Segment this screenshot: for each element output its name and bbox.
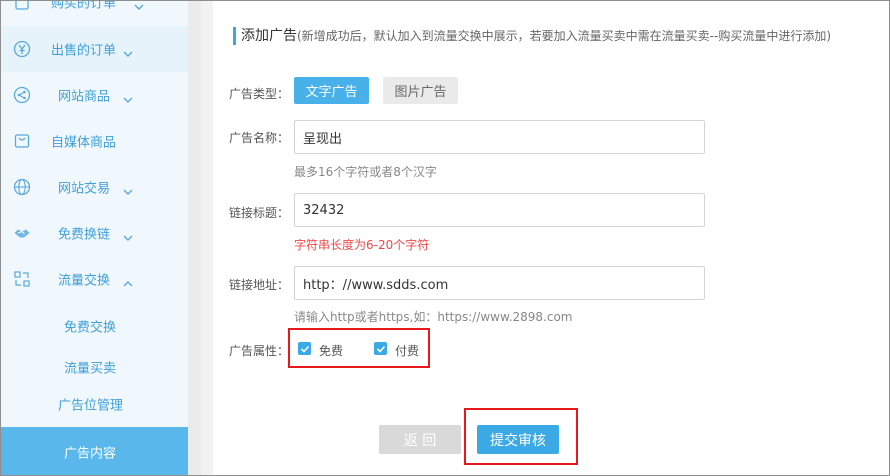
sidebar-item-purchased-orders[interactable]: 购买的订单: [1, 0, 188, 25]
sidebar-item-label: 免费换链: [58, 227, 111, 243]
page-title: 添加广告(新增成功后，默认加入到流量交换中展示，若要加入流量买卖中需在流量买卖-…: [241, 25, 831, 45]
sidebar-item-label: 购买的订单: [51, 0, 117, 12]
yen-icon: [13, 40, 31, 58]
sidebar-subitem-label: 免费交换: [64, 320, 117, 336]
sidebar-item-label: 出售的订单: [51, 43, 117, 59]
link-url-hint: 请输入http或者https,如：https://www.2898.com: [294, 310, 573, 324]
page-title-text: 添加广告: [241, 28, 297, 44]
sidebar-item-label: 网站商品: [58, 89, 111, 105]
sidebar-item-traffic-exchange[interactable]: 流量交换: [1, 256, 188, 302]
link-url-label: 链接地址：: [229, 278, 290, 292]
page-subtitle: (新增成功后，默认加入到流量交换中展示，若要加入流量买卖中需在流量买卖--购买流…: [297, 29, 832, 43]
check-icon: [376, 345, 385, 353]
sidebar-subitem-traffic-trade[interactable]: 流量买卖: [1, 348, 188, 386]
sidebar-subitem-ad-slot-management[interactable]: 广告位管理: [1, 385, 188, 423]
ad-attr-label: 广告属性：: [229, 344, 290, 358]
sidebar-item-free-link-exchange[interactable]: 免费换链: [1, 210, 188, 256]
ad-type-label: 广告类型：: [229, 87, 290, 101]
ad-name-hint: 最多16个字符或者8个汉字: [294, 165, 437, 179]
chevron-down-icon: [123, 228, 133, 241]
app-window: 购买的订单 出售的订单 网站商品 自媒体商品 网站交易 免费换链 流量交换 免费…: [0, 0, 890, 476]
text-ad-button[interactable]: 文字广告: [294, 77, 369, 104]
sidebar-subitem-ad-content[interactable]: 广告内容: [1, 427, 188, 475]
submit-review-button[interactable]: 提交审核: [477, 425, 559, 454]
globe-icon: [13, 178, 31, 196]
share-icon: [13, 86, 31, 104]
link-url-input[interactable]: [294, 266, 705, 300]
handshake-icon: [13, 224, 31, 242]
bag-icon: [13, 132, 31, 150]
sidebar-subitem-label: 流量买卖: [64, 361, 117, 377]
paid-checkbox[interactable]: [374, 342, 387, 355]
back-button[interactable]: 返 回: [379, 425, 461, 454]
sidebar-item-label: 网站交易: [58, 181, 111, 197]
free-checkbox[interactable]: [298, 342, 311, 355]
ad-name-input[interactable]: [294, 120, 705, 154]
free-checkbox-label: 免费: [319, 344, 344, 358]
chevron-down-icon: [123, 44, 133, 57]
sidebar-item-label: 流量交换: [58, 273, 111, 289]
paid-checkbox-label: 付费: [395, 344, 420, 358]
sidebar: 购买的订单 出售的订单 网站商品 自媒体商品 网站交易 免费换链 流量交换 免费…: [1, 0, 188, 475]
sidebar-subitem-free-exchange[interactable]: 免费交换: [1, 307, 188, 345]
sidebar-item-site-products[interactable]: 网站商品: [1, 72, 188, 118]
check-icon: [300, 345, 309, 353]
image-ad-button[interactable]: 图片广告: [383, 77, 458, 104]
chevron-down-icon: [134, 1, 144, 10]
orders-icon: [13, 1, 31, 11]
link-title-error: 字符串长度为6-20个字符: [294, 238, 430, 252]
exchange-icon: [13, 270, 31, 288]
sidebar-item-sold-orders[interactable]: 出售的订单: [1, 26, 188, 72]
chevron-up-icon: [123, 274, 133, 287]
sidebar-item-media-products[interactable]: 自媒体商品: [1, 118, 188, 164]
sidebar-item-site-trade[interactable]: 网站交易: [1, 164, 188, 210]
ad-name-label: 广告名称：: [229, 131, 290, 145]
sidebar-subitem-label: 广告位管理: [58, 398, 124, 414]
chevron-down-icon: [123, 90, 133, 103]
link-title-label: 链接标题：: [229, 206, 290, 220]
title-accent-bar: [233, 27, 236, 45]
chevron-down-icon: [123, 182, 133, 195]
sidebar-subitem-label: 广告内容: [64, 446, 117, 462]
sidebar-item-label: 自媒体商品: [51, 135, 117, 151]
link-title-input[interactable]: [294, 193, 705, 227]
sidebar-divider: [188, 1, 201, 475]
